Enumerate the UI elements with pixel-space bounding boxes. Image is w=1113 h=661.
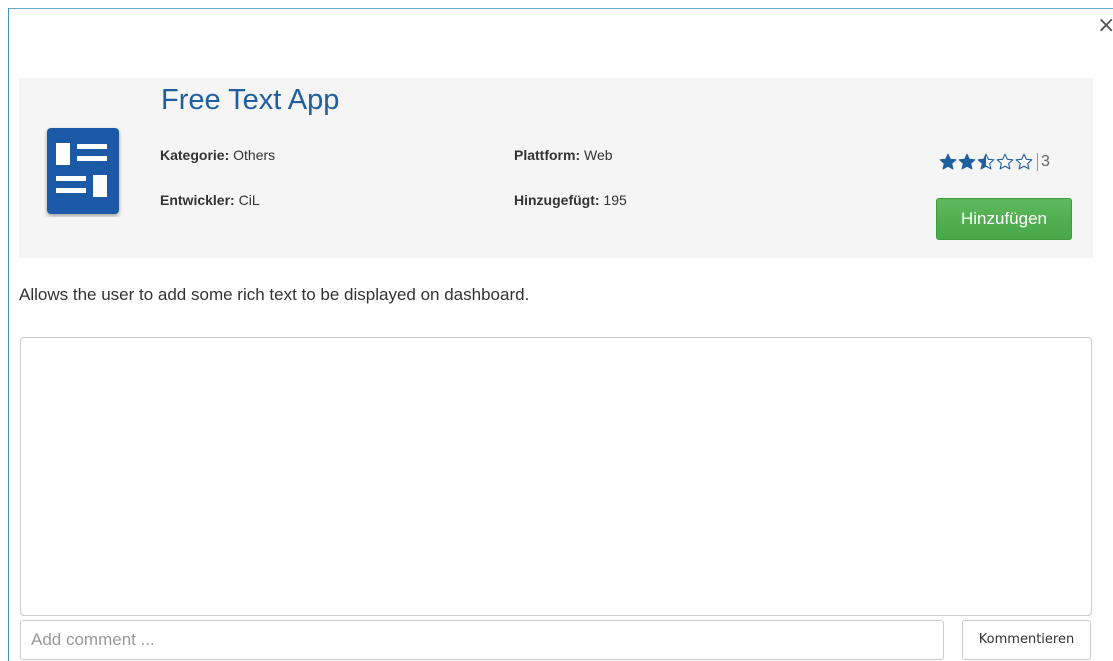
hinzugefuegt-value: 195 — [603, 192, 627, 208]
app-icon — [47, 128, 119, 214]
plattform-value: Web — [584, 147, 613, 163]
star-full-icon[interactable] — [939, 153, 957, 171]
meta-kategorie: Kategorie: Others — [160, 147, 275, 163]
star-full-icon[interactable] — [958, 153, 976, 171]
close-icon[interactable]: × — [1097, 15, 1113, 37]
entwickler-value: CiL — [238, 192, 260, 208]
meta-entwickler: Entwickler: CiL — [160, 192, 260, 208]
comments-list — [20, 337, 1092, 616]
app-header: Free Text App Kategorie: Others Entwickl… — [19, 78, 1093, 258]
add-app-button[interactable]: Hinzufügen — [936, 198, 1072, 240]
app-title: Free Text App — [161, 84, 340, 116]
star-half-icon[interactable] — [977, 153, 995, 171]
rating-count: 3 — [1041, 153, 1050, 170]
comment-input[interactable] — [20, 620, 944, 660]
meta-plattform: Plattform: Web — [514, 147, 613, 163]
kategorie-value: Others — [233, 147, 276, 163]
submit-comment-button[interactable]: Kommentieren — [962, 620, 1091, 660]
hinzugefuegt-label: Hinzugefügt: — [514, 192, 600, 208]
app-detail-modal: × Free Text App Kategorie: Others Entwic… — [0, 0, 1113, 661]
rating-separator — [1037, 153, 1038, 171]
star-rating[interactable]: 3 — [939, 151, 1050, 173]
star-empty-icon[interactable] — [1015, 153, 1033, 171]
modal-border-left — [8, 8, 9, 661]
plattform-label: Plattform: — [514, 147, 581, 163]
kategorie-label: Kategorie: — [160, 147, 230, 163]
app-description: Allows the user to add some rich text to… — [19, 285, 530, 304]
modal-border-top — [8, 8, 1113, 9]
meta-hinzugefuegt: Hinzugefügt: 195 — [514, 192, 627, 208]
star-empty-icon[interactable] — [996, 153, 1014, 171]
entwickler-label: Entwickler: — [160, 192, 235, 208]
